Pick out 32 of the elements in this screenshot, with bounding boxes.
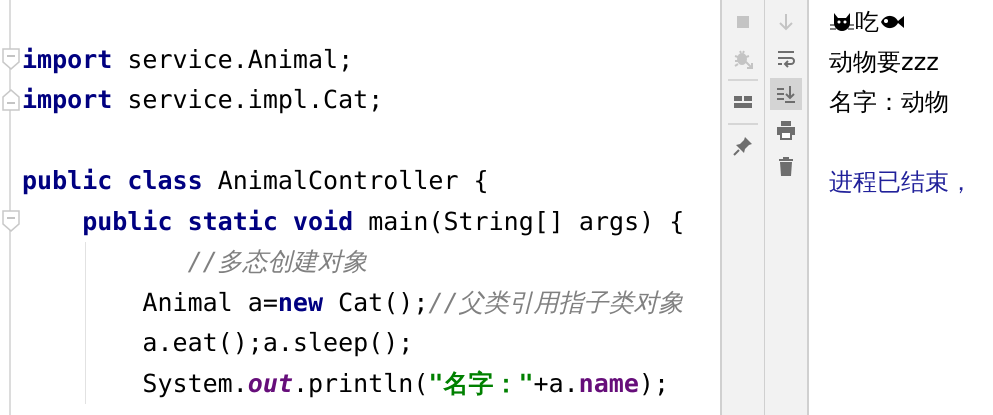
code-field: name [578, 368, 639, 398]
code-keyword: import [22, 85, 112, 114]
console-output: 动物要zzz [829, 47, 939, 78]
code-text: .println( [292, 368, 428, 398]
fold-marker-icon[interactable] [2, 88, 20, 111]
code-comment: //父类引用指子类对象 [428, 286, 684, 319]
scroll-to-end-button[interactable] [770, 78, 802, 110]
code-text: service.impl.Cat; [126, 85, 384, 114]
code-text: service.Animal; [126, 44, 354, 74]
code-text: Animal a= [141, 288, 278, 317]
code-text: +a. [534, 368, 579, 398]
console-output: 名字：动物 [829, 87, 949, 118]
fold-marker-icon[interactable] [2, 210, 20, 232]
code-text: System. [141, 368, 248, 398]
code-comment: //多态创建对象 [186, 246, 368, 278]
code-text: main(String[] args) { [367, 206, 684, 236]
process-finished-message: 进程已结束， [829, 167, 973, 198]
code-text: ); [638, 368, 669, 398]
code-text: Cat(); [337, 288, 428, 317]
code-static-field: out [248, 368, 293, 398]
code-string: "名字：" [428, 368, 534, 400]
code-keyword: new [278, 288, 324, 317]
code-text: AnimalController { [216, 166, 489, 196]
scroll-to-end-icon [775, 83, 797, 105]
print-icon [775, 119, 797, 141]
console-output: 吃 [855, 7, 879, 38]
fold-marker-icon[interactable] [2, 48, 20, 70]
code-keyword: public static void [81, 206, 354, 236]
code-keyword: import [22, 44, 112, 74]
pin-icon [732, 135, 754, 157]
code-keyword: public class [22, 166, 203, 196]
code-text: a.eat();a.sleep(); [141, 328, 414, 358]
